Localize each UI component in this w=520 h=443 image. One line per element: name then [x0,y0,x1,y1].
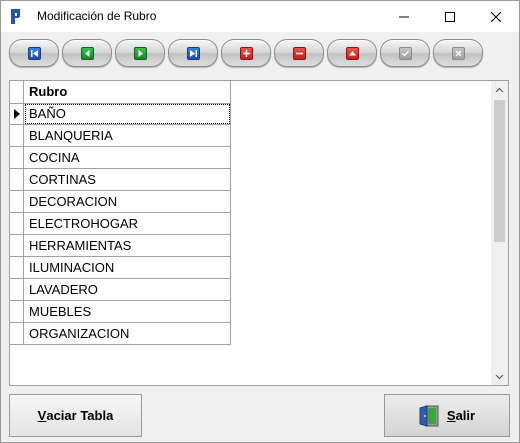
rubro-cell[interactable]: BLANQUERIA [24,125,231,147]
vertical-scrollbar[interactable] [491,81,508,385]
salir-label: alir [455,408,476,423]
row-indicator[interactable] [10,169,24,191]
rubro-cell[interactable]: ILUMINACION [24,257,231,279]
vaciar-label: aciar Tabla [46,408,114,423]
next-record-button[interactable] [115,39,165,67]
first-record-button[interactable] [9,39,59,67]
table-row[interactable]: ORGANIZACION [10,323,231,345]
rubro-cell[interactable]: ELECTROHOGAR [24,213,231,235]
arrow-left-icon [80,46,94,60]
skip-last-icon [186,46,200,60]
close-button[interactable] [473,1,519,32]
scroll-down-button[interactable] [491,368,508,385]
delete-record-button[interactable] [274,39,324,67]
table-row[interactable]: ELECTROHOGAR [10,213,231,235]
table-row[interactable]: LAVADERO [10,279,231,301]
table-row[interactable]: DECORACION [10,191,231,213]
row-indicator[interactable] [10,301,24,323]
table-row[interactable]: COCINA [10,147,231,169]
post-record-button[interactable] [380,39,430,67]
record-navigator [9,39,487,69]
maximize-icon [445,11,455,22]
rubro-cell[interactable]: COCINA [24,147,231,169]
table-row[interactable]: MUEBLES [10,301,231,323]
rubro-cell[interactable]: CORTINAS [24,169,231,191]
rubro-cell[interactable]: LAVADERO [24,279,231,301]
row-indicator[interactable] [10,125,24,147]
chevron-down-icon [495,374,504,379]
table-row[interactable]: BLANQUERIA [10,125,231,147]
edit-record-button[interactable] [327,39,377,67]
minimize-button[interactable] [381,1,427,32]
row-indicator[interactable] [10,279,24,301]
salir-hotkey: S [446,408,456,423]
indicator-column-header [10,81,24,103]
minimize-icon [399,16,409,17]
title-bar[interactable]: Modificación de Rubro [1,1,519,32]
prev-record-button[interactable] [62,39,112,67]
rubro-cell[interactable]: BAÑO [24,103,231,125]
skip-first-icon [27,46,41,60]
triangle-up-icon [345,46,359,60]
row-indicator[interactable] [10,257,24,279]
minus-icon [292,46,306,60]
rubro-cell[interactable]: DECORACION [24,191,231,213]
rubro-cell[interactable]: ORGANIZACION [24,323,231,345]
rubro-cell[interactable]: MUEBLES [24,301,231,323]
current-row-arrow-icon [13,108,20,119]
last-record-button[interactable] [168,39,218,67]
exit-door-icon [419,404,439,427]
row-indicator[interactable] [10,103,24,125]
x-icon [451,46,465,60]
scroll-thumb[interactable] [494,100,505,242]
insert-record-button[interactable] [221,39,271,67]
table-row[interactable]: CORTINAS [10,169,231,191]
row-indicator[interactable] [10,235,24,257]
table-row[interactable]: ILUMINACION [10,257,231,279]
row-indicator[interactable] [10,213,24,235]
row-indicator[interactable] [10,191,24,213]
rubro-grid[interactable]: Rubro BAÑO BLANQUERIA COCINA CORTINAS DECORA… [9,80,509,386]
rubro-window: Modificación de Rubro Rubro BAÑO BLANQUE… [0,0,520,443]
arrow-right-icon [133,46,147,60]
plus-icon [239,46,253,60]
check-icon [398,46,412,60]
close-icon [491,11,501,22]
row-indicator[interactable] [10,147,24,169]
grid-header: Rubro [10,81,231,104]
row-indicator[interactable] [10,323,24,345]
window-title: Modificación de Rubro [37,9,157,23]
table-row[interactable]: BAÑO [10,103,231,125]
cancel-record-button[interactable] [433,39,483,67]
maximize-button[interactable] [427,1,473,32]
chevron-up-icon [495,87,504,92]
column-header-rubro[interactable]: Rubro [24,81,231,103]
table-row[interactable]: HERRAMIENTAS [10,235,231,257]
app-icon [11,9,20,24]
rubro-cell[interactable]: HERRAMIENTAS [24,235,231,257]
vaciar-tabla-button[interactable]: Vaciar Tabla [9,394,142,437]
salir-button[interactable]: Salir [384,394,510,437]
vaciar-hotkey: V [37,408,47,423]
scroll-up-button[interactable] [491,81,508,98]
